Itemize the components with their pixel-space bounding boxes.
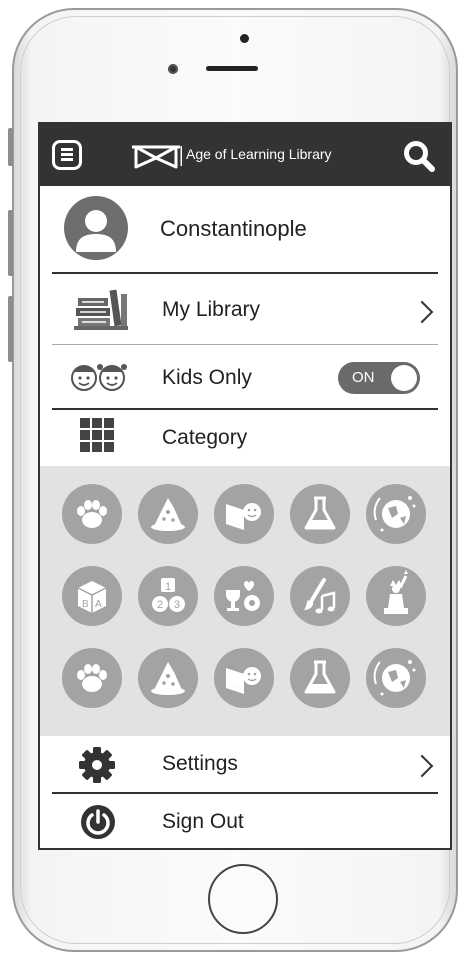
home-button[interactable] — [208, 864, 278, 934]
wizard-hat-icon — [151, 662, 185, 695]
science-flask-icon — [304, 496, 336, 530]
kids-only-label: Kids Only — [162, 366, 252, 389]
category-science[interactable] — [290, 648, 350, 708]
category-reading[interactable] — [214, 484, 274, 544]
number-blocks-icon: 1 2 3 — [152, 578, 185, 612]
globe-icon — [373, 496, 416, 532]
category-fantasy[interactable] — [138, 648, 198, 708]
block-letter-b: B — [82, 599, 89, 610]
category-world[interactable] — [366, 648, 426, 708]
reading-book-icon — [226, 503, 261, 530]
settings-label: Settings — [162, 752, 238, 775]
toggle-state-label: ON — [352, 369, 375, 386]
paw-icon — [77, 500, 107, 528]
avatar[interactable] — [64, 196, 128, 260]
earpiece-speaker — [206, 66, 258, 71]
paw-icon — [77, 664, 107, 692]
kids-only-toggle[interactable]: ON — [338, 362, 420, 394]
category-grid: B A 1 2 3 — [40, 466, 450, 736]
app-title: Age of Learning Library — [186, 146, 332, 162]
category-science[interactable] — [290, 484, 350, 544]
profile-name: Constantinople — [160, 216, 307, 241]
hamburger-menu-icon[interactable] — [52, 140, 82, 170]
globe-icon — [373, 660, 416, 696]
wizard-hat-icon — [151, 498, 185, 531]
art-music-icon — [304, 578, 336, 614]
divider — [52, 344, 438, 345]
trophy-ball-icon — [226, 581, 260, 611]
category-paw[interactable] — [62, 484, 122, 544]
category-math[interactable]: 1 2 3 — [138, 566, 198, 626]
front-camera — [168, 64, 178, 74]
gear-icon — [79, 747, 115, 783]
grid-icon — [80, 418, 114, 452]
block-digit-3: 3 — [174, 599, 180, 611]
my-library-label: My Library — [162, 298, 261, 321]
search-icon[interactable] — [402, 139, 436, 173]
kids-faces-icon — [71, 364, 127, 391]
category-label: Category — [162, 426, 248, 449]
mute-switch — [8, 128, 13, 166]
block-digit-2: 2 — [157, 599, 163, 611]
power-icon — [81, 805, 115, 839]
category-arts[interactable] — [290, 566, 350, 626]
user-silhouette-icon — [76, 210, 116, 252]
category-reading[interactable] — [214, 648, 274, 708]
volume-down-button — [8, 296, 13, 362]
statue-of-liberty-icon — [384, 570, 408, 614]
category-world[interactable] — [366, 484, 426, 544]
block-letter-a: A — [95, 599, 102, 610]
category-alphabet[interactable]: B A — [62, 566, 122, 626]
science-flask-icon — [304, 660, 336, 694]
category-fantasy[interactable] — [138, 484, 198, 544]
open-book-logo-icon — [132, 145, 182, 169]
reading-book-icon — [226, 667, 261, 694]
app-screen: Age of Learning Library Constantinople M… — [38, 122, 452, 850]
category-paw[interactable] — [62, 648, 122, 708]
sign-out-label: Sign Out — [162, 810, 244, 833]
category-sports[interactable] — [214, 566, 274, 626]
category-history[interactable] — [366, 566, 426, 626]
books-icon — [74, 289, 128, 330]
top-bar: Age of Learning Library — [40, 124, 450, 186]
toggle-knob — [391, 365, 417, 391]
block-digit-1: 1 — [165, 581, 171, 593]
volume-up-button — [8, 210, 13, 276]
alphabet-block-icon: B A — [77, 581, 107, 613]
sensor-dot — [240, 34, 249, 43]
